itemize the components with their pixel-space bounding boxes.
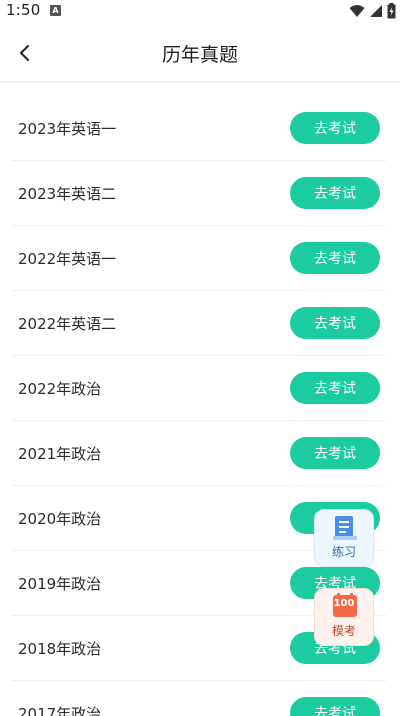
practice-float-button[interactable]: 练习 [314,509,374,567]
mock-exam-float-button[interactable]: 100 模考 [314,588,374,646]
score-badge-text: 100 [333,598,355,609]
notebook-icon [333,516,357,540]
list-item: 2021年政治 去考试 [12,421,386,486]
list-item: 2022年政治 去考试 [12,356,386,421]
exam-title: 2023年英语一 [18,120,117,138]
go-exam-button[interactable]: 去考试 [290,307,380,339]
list-item: 2022年英语一 去考试 [12,226,386,291]
exam-title: 2020年政治 [18,510,102,528]
exam-title: 2021年政治 [18,445,102,463]
go-exam-button[interactable]: 去考试 [290,242,380,274]
status-icons [349,3,396,19]
status-time: 1:50 [6,1,41,19]
battery-icon [387,3,396,19]
list-item: 2022年英语二 去考试 [12,291,386,356]
exam-title: 2022年英语二 [18,315,117,333]
page-title: 历年真题 [161,44,238,66]
list-item: 2023年英语二 去考试 [12,161,386,226]
wifi-icon [349,5,365,17]
go-exam-button[interactable]: 去考试 [290,437,380,469]
notification-a-icon: A [50,5,61,16]
go-exam-button[interactable]: 去考试 [290,372,380,404]
go-exam-button[interactable]: 去考试 [290,697,380,716]
go-exam-button[interactable]: 去考试 [290,112,380,144]
mock-exam-label: 模考 [331,624,356,638]
exam-title: 2023年英语二 [18,185,117,203]
exam-title: 2019年政治 [18,575,102,593]
signal-icon [370,5,382,17]
go-exam-button[interactable]: 去考试 [290,177,380,209]
nav-bar: 历年真题 [0,24,400,82]
exam-title: 2017年政治 [18,705,102,716]
list-item: 2023年英语一 去考试 [12,96,386,161]
status-bar: 1:50 A [0,0,400,24]
exam-title: 2018年政治 [18,640,102,658]
exam-title: 2022年政治 [18,380,102,398]
practice-label: 练习 [331,545,356,559]
list-item: 2017年政治 去考试 [12,681,386,716]
exam-title: 2022年英语一 [18,250,117,268]
